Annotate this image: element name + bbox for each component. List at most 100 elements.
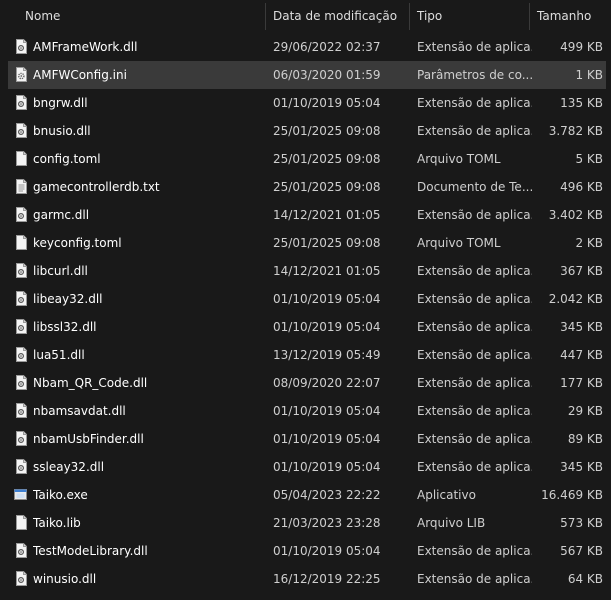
file-row[interactable]: nbamUsbFinder.dll 01/10/2019 05:04 Extensã…	[8, 425, 606, 453]
file-name: config.toml	[33, 152, 101, 166]
dll-file-icon	[16, 291, 27, 306]
dll-file-icon	[16, 543, 27, 558]
file-row[interactable]: gamecontrollerdb.txt 25/01/2025 09:08 Docu…	[8, 173, 606, 201]
file-row[interactable]: Taiko.lib 21/03/2023 23:28 Arquivo LIB 573 …	[8, 509, 606, 537]
file-modified-date: 25/01/2025 09:08	[273, 236, 381, 250]
column-divider[interactable]	[529, 3, 530, 30]
file-row[interactable]: libssl32.dll 01/10/2019 05:04 Extensão de …	[8, 313, 606, 341]
file-modified-date: 01/10/2019 05:04	[273, 404, 381, 418]
file-modified-date: 08/09/2020 22:07	[273, 376, 381, 390]
file-name: ssleay32.dll	[33, 460, 105, 474]
column-divider[interactable]	[409, 3, 410, 30]
file-row[interactable]: winusio.dll 16/12/2019 22:25 Extensão de a…	[8, 565, 606, 593]
file-name: Taiko.exe	[33, 488, 88, 502]
file-row[interactable]: nbamsavdat.dll 01/10/2019 05:04 Extensão d…	[8, 397, 606, 425]
file-row[interactable]: libcurl.dll 14/12/2021 01:05 Extensão de a…	[8, 257, 606, 285]
file-row[interactable]: Taiko.exe 05/04/2023 22:22 Aplicativo 16.46…	[8, 481, 606, 509]
file-name: libssl32.dll	[33, 320, 97, 334]
file-name: winusio.dll	[33, 572, 97, 586]
file-name: Taiko.lib	[33, 516, 81, 530]
file-row[interactable]: bngrw.dll 01/10/2019 05:04 Extensão de apl…	[8, 89, 606, 117]
file-modified-date: 01/10/2019 05:04	[273, 96, 381, 110]
config-file-icon	[16, 67, 27, 82]
column-header-size[interactable]: Tamanho	[537, 0, 591, 30]
file-row[interactable]: config.toml 25/01/2025 09:08 Arquivo TOML 5…	[8, 145, 606, 173]
dll-file-icon	[16, 319, 27, 334]
file-type: Extensão de aplica...	[417, 124, 532, 138]
file-modified-date: 06/03/2020 01:59	[273, 68, 381, 82]
file-modified-date: 01/10/2019 05:04	[273, 544, 381, 558]
file-type: Extensão de aplica...	[417, 460, 532, 474]
file-size: 345 KB	[560, 320, 603, 334]
file-modified-date: 01/10/2019 05:04	[273, 432, 381, 446]
dll-file-icon	[16, 403, 27, 418]
file-type: Documento de Te...	[417, 180, 532, 194]
file-size: 3.782 KB	[548, 124, 603, 138]
file-row[interactable]: libeay32.dll 01/10/2019 05:04 Extensão de …	[8, 285, 606, 313]
file-type: Extensão de aplica...	[417, 544, 532, 558]
file-modified-date: 25/01/2025 09:08	[273, 124, 381, 138]
file-row[interactable]: bnusio.dll 25/01/2025 09:08 Extensão de ap…	[8, 117, 606, 145]
file-size: 1 KB	[575, 68, 603, 82]
file-modified-date: 01/10/2019 05:04	[273, 292, 381, 306]
file-name: gamecontrollerdb.txt	[33, 180, 160, 194]
file-type: Extensão de aplica...	[417, 348, 532, 362]
text-file-icon	[16, 179, 27, 194]
dll-file-icon	[16, 347, 27, 362]
column-divider[interactable]	[265, 3, 266, 30]
file-size: 2.042 KB	[548, 292, 603, 306]
file-row[interactable]: garmc.dll 14/12/2021 01:05 Extensão de apl…	[8, 201, 606, 229]
file-size: 2 KB	[575, 236, 603, 250]
file-type: Extensão de aplica...	[417, 572, 532, 586]
file-row[interactable]: AMFWConfig.ini 06/03/2020 01:59 Parâmetros…	[8, 61, 606, 89]
dll-file-icon	[16, 375, 27, 390]
file-size: 367 KB	[560, 264, 603, 278]
file-name: libcurl.dll	[33, 264, 88, 278]
file-modified-date: 21/03/2023 23:28	[273, 516, 381, 530]
file-size: 3.402 KB	[548, 208, 603, 222]
file-type: Extensão de aplica...	[417, 320, 532, 334]
file-modified-date: 13/12/2019 05:49	[273, 348, 381, 362]
file-row[interactable]: lua51.dll 13/12/2019 05:49 Extensão de apl…	[8, 341, 606, 369]
file-row[interactable]: ssleay32.dll 01/10/2019 05:04 Extensão de …	[8, 453, 606, 481]
file-name: garmc.dll	[33, 208, 90, 222]
file-modified-date: 16/12/2019 22:25	[273, 572, 381, 586]
file-type: Aplicativo	[417, 488, 476, 502]
file-row[interactable]: AMFrameWork.dll 29/06/2022 02:37 Extensão …	[8, 33, 606, 61]
file-size: 345 KB	[560, 460, 603, 474]
blank-file-icon	[16, 235, 27, 250]
file-size: 64 KB	[567, 572, 603, 586]
file-type: Extensão de aplica...	[417, 432, 532, 446]
file-size: 89 KB	[567, 432, 603, 446]
file-row[interactable]: Nbam_QR_Code.dll 08/09/2020 22:07 Extensão…	[8, 369, 606, 397]
file-modified-date: 01/10/2019 05:04	[273, 320, 381, 334]
file-size: 499 KB	[560, 40, 603, 54]
file-name: bngrw.dll	[33, 96, 88, 110]
dll-file-icon	[16, 39, 27, 54]
file-size: 447 KB	[560, 348, 603, 362]
dll-file-icon	[16, 431, 27, 446]
file-type: Extensão de aplica...	[417, 376, 532, 390]
file-name: AMFrameWork.dll	[33, 40, 138, 54]
file-modified-date: 25/01/2025 09:08	[273, 180, 381, 194]
file-size: 5 KB	[575, 152, 603, 166]
column-header-name[interactable]: Nome	[25, 0, 60, 30]
file-type: Parâmetros de co...	[417, 68, 532, 82]
file-modified-date: 05/04/2023 22:22	[273, 488, 381, 502]
file-name: keyconfig.toml	[33, 236, 122, 250]
file-modified-date: 14/12/2021 01:05	[273, 264, 381, 278]
dll-file-icon	[16, 263, 27, 278]
dll-file-icon	[16, 207, 27, 222]
file-size: 496 KB	[560, 180, 603, 194]
file-name: nbamUsbFinder.dll	[33, 432, 144, 446]
file-row[interactable]: TestModeLibrary.dll 01/10/2019 05:04 Exten…	[8, 537, 606, 565]
column-header-type[interactable]: Tipo	[417, 0, 442, 30]
dll-file-icon	[16, 459, 27, 474]
blank-file-icon	[16, 151, 27, 166]
file-modified-date: 29/06/2022 02:37	[273, 40, 381, 54]
file-row[interactable]: keyconfig.toml 25/01/2025 09:08 Arquivo TO…	[8, 229, 606, 257]
file-size: 177 KB	[560, 376, 603, 390]
file-type: Arquivo TOML	[417, 236, 501, 250]
file-size: 29 KB	[567, 404, 603, 418]
column-header-date[interactable]: Data de modificação	[273, 0, 397, 30]
